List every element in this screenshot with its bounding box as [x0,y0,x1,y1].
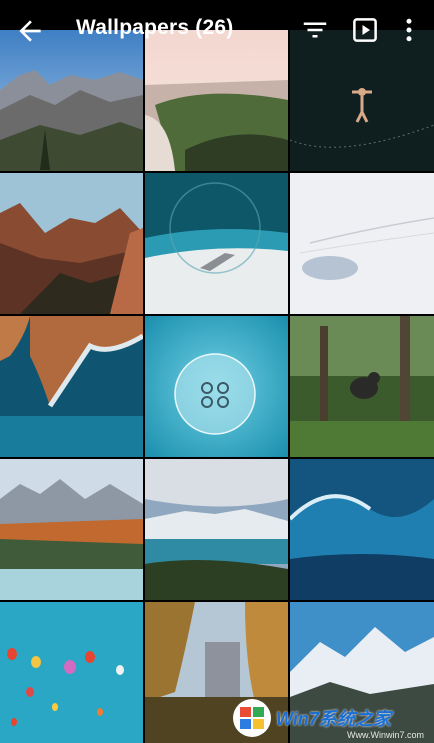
page-title: Wallpapers (26) [76,16,234,39]
wallpaper-tile-jellyfish[interactable] [145,316,288,457]
wallpaper-tile-aerial-coast[interactable] [0,316,143,457]
watermark: Win7系统之家 Www.Winwin7.com [232,694,432,742]
slideshow-icon[interactable] [350,15,380,45]
wallpaper-tile-ocean-wave[interactable] [290,459,434,600]
wallpaper-tile-shipwreck-beach[interactable] [145,173,288,314]
arrow-back-icon[interactable] [14,15,46,47]
watermark-main: Win7系统之家 [276,709,391,729]
wallpaper-tile-gorilla-forest[interactable] [290,316,434,457]
more-vert-icon[interactable] [394,15,424,45]
wallpaper-tile-canyon[interactable] [0,173,143,314]
wallpaper-tile-autumn-mountains[interactable] [0,459,143,600]
wallpaper-grid [0,30,434,743]
app-bar: Wallpapers (26) [0,0,434,62]
watermark-sub: Www.Winwin7.com [346,730,424,740]
wallpaper-tile-balloons[interactable] [0,602,143,743]
filter-icon[interactable] [300,15,330,45]
windows-logo-icon [233,699,271,737]
wallpaper-tile-snow-field[interactable] [290,173,434,314]
wallpaper-tile-lake-mountains[interactable] [145,459,288,600]
